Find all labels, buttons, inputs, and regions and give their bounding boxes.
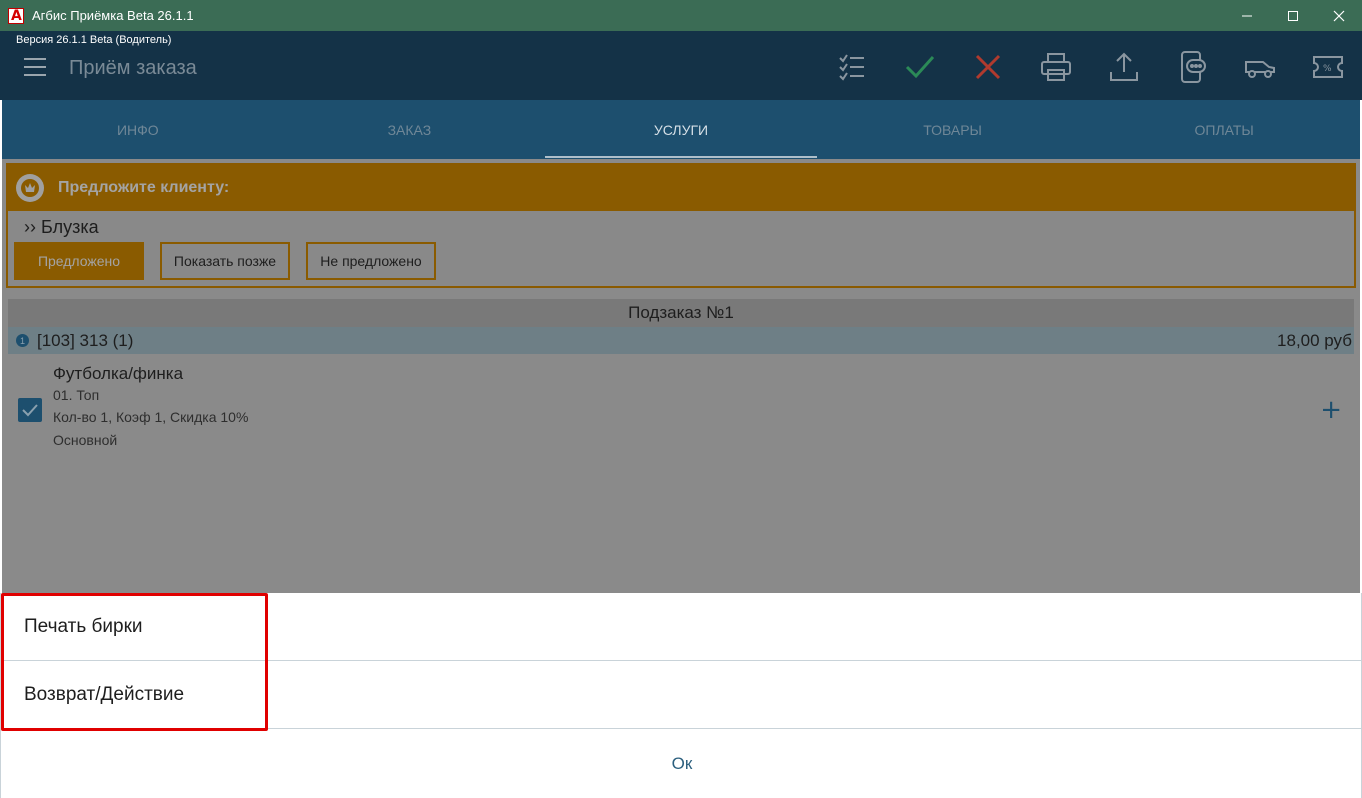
- show-later-button[interactable]: Показать позже: [160, 242, 290, 280]
- info-icon: 1: [16, 334, 29, 347]
- upload-icon[interactable]: [1090, 45, 1158, 89]
- svg-text:%: %: [1323, 64, 1332, 74]
- item-type: Основной: [53, 432, 118, 448]
- minimize-icon[interactable]: [1224, 0, 1270, 31]
- app-header: Версия 26.1.1 Beta (Водитель) Приём зака…: [0, 31, 1362, 100]
- suggest-item: ›› Блузка: [24, 217, 99, 237]
- app-logo-icon: [8, 7, 24, 24]
- suggest-header: Предложите клиенту:: [8, 165, 1354, 211]
- window-controls: [1224, 0, 1362, 31]
- tab-payments[interactable]: ОПЛАТЫ: [1088, 100, 1360, 159]
- suborder-header: Подзаказ №1: [8, 299, 1354, 327]
- item-checkbox[interactable]: [18, 398, 42, 422]
- printer-icon[interactable]: [1022, 45, 1090, 89]
- item-details: Кол-во 1, Коэф 1, Скидка 10%: [53, 409, 249, 425]
- discount-ticket-icon[interactable]: %: [1294, 45, 1362, 89]
- order-row[interactable]: 1 [103] 313 (1) 18,00 руб: [8, 327, 1354, 354]
- page-title: Приём заказа: [69, 57, 197, 79]
- suggest-panel: Предложите клиенту: ›› Блузка Предложено…: [6, 163, 1356, 288]
- badge-icon: [16, 174, 44, 202]
- window-title: Агбис Приёмка Beta 26.1.1: [32, 8, 194, 23]
- not-offered-button[interactable]: Не предложено: [306, 242, 436, 280]
- check-icon[interactable]: [886, 45, 954, 89]
- phone-message-icon[interactable]: [1158, 45, 1226, 89]
- services-content: Предложите клиенту: ›› Блузка Предложено…: [2, 159, 1360, 593]
- ok-button[interactable]: Ок: [1, 730, 1362, 798]
- tab-info[interactable]: ИНФО: [2, 100, 274, 159]
- car-icon[interactable]: [1226, 45, 1294, 89]
- menu-icon[interactable]: [24, 58, 46, 76]
- action-sheet: Печать бирки Возврат/Действие Ок: [0, 593, 1362, 798]
- close-icon[interactable]: [1316, 0, 1362, 31]
- add-icon[interactable]: +: [1320, 395, 1342, 425]
- window-titlebar: Агбис Приёмка Beta 26.1.1: [0, 0, 1362, 31]
- order-label: [103] 313 (1): [37, 330, 134, 350]
- item-category: 01. Топ: [53, 387, 100, 403]
- tab-services[interactable]: УСЛУГИ: [545, 100, 817, 159]
- maximize-icon[interactable]: [1270, 0, 1316, 31]
- tab-bar: ИНФО ЗАКАЗ УСЛУГИ ТОВАРЫ ОПЛАТЫ: [2, 100, 1360, 159]
- item-name: Футболка/финка: [53, 364, 184, 383]
- version-label: Версия 26.1.1 Beta (Водитель): [16, 34, 172, 46]
- return-action-option[interactable]: Возврат/Действие: [1, 661, 1362, 729]
- tab-order[interactable]: ЗАКАЗ: [274, 100, 546, 159]
- toolbar: %: [818, 45, 1362, 89]
- offered-button[interactable]: Предложено: [14, 242, 144, 280]
- print-tag-option[interactable]: Печать бирки: [1, 593, 1362, 661]
- checklist-icon[interactable]: [818, 45, 886, 89]
- tab-goods[interactable]: ТОВАРЫ: [817, 100, 1089, 159]
- order-price: 18,00 руб: [1277, 330, 1352, 350]
- cross-icon[interactable]: [954, 45, 1022, 89]
- suggest-title: Предложите клиенту:: [58, 179, 230, 196]
